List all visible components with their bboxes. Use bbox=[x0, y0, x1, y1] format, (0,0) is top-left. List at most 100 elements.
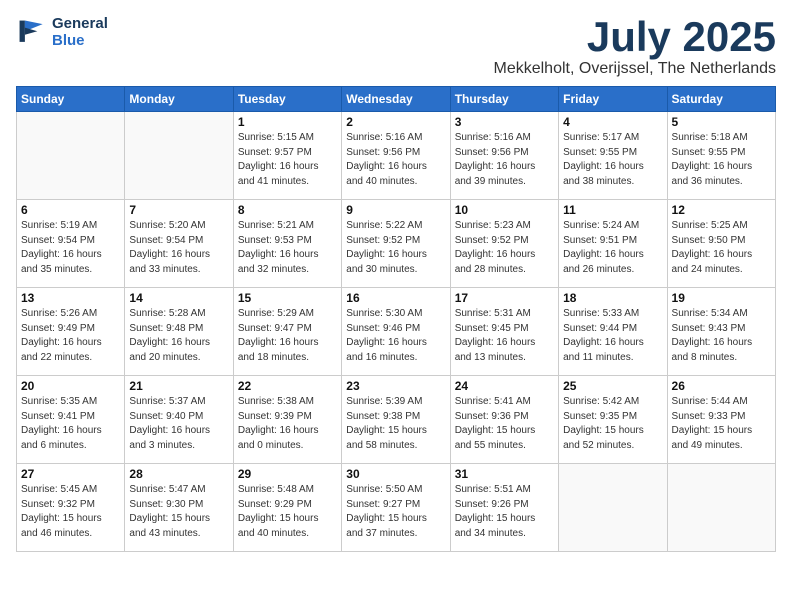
day-info: Sunrise: 5:35 AMSunset: 9:41 PMDaylight:… bbox=[21, 395, 120, 453]
day-number: 3 bbox=[455, 115, 554, 129]
header-day-wednesday: Wednesday bbox=[342, 87, 450, 112]
day-number: 6 bbox=[21, 203, 120, 217]
day-number: 4 bbox=[563, 115, 662, 129]
header-day-saturday: Saturday bbox=[667, 87, 775, 112]
header-day-friday: Friday bbox=[559, 87, 667, 112]
day-number: 1 bbox=[238, 115, 337, 129]
title-block: July 2025 Mekkelholt, Overijssel, The Ne… bbox=[494, 16, 777, 78]
calendar-header: SundayMondayTuesdayWednesdayThursdayFrid… bbox=[17, 87, 776, 112]
calendar-cell: 2 Sunrise: 5:16 AMSunset: 9:56 PMDaylight… bbox=[342, 112, 450, 200]
calendar-cell: 19 Sunrise: 5:34 AMSunset: 9:43 PMDayligh… bbox=[667, 288, 775, 376]
logo-icon bbox=[16, 17, 48, 49]
calendar-cell bbox=[559, 464, 667, 552]
day-info: Sunrise: 5:45 AMSunset: 9:32 PMDaylight:… bbox=[21, 483, 120, 541]
header-row: SundayMondayTuesdayWednesdayThursdayFrid… bbox=[17, 87, 776, 112]
calendar-cell: 22 Sunrise: 5:38 AMSunset: 9:39 PMDayligh… bbox=[233, 376, 341, 464]
day-number: 29 bbox=[238, 467, 337, 481]
day-info: Sunrise: 5:15 AMSunset: 9:57 PMDaylight:… bbox=[238, 131, 337, 189]
day-info: Sunrise: 5:50 AMSunset: 9:27 PMDaylight:… bbox=[346, 483, 445, 541]
calendar-cell: 13Sunrise: 5:26 AMSunset: 9:49 PMDayligh… bbox=[17, 288, 125, 376]
day-number: 10 bbox=[455, 203, 554, 217]
day-info: Sunrise: 5:25 AMSunset: 9:50 PMDaylight:… bbox=[672, 219, 771, 277]
day-number: 28 bbox=[129, 467, 228, 481]
calendar-cell: 26 Sunrise: 5:44 AMSunset: 9:33 PMDayligh… bbox=[667, 376, 775, 464]
week-row-3: 13Sunrise: 5:26 AMSunset: 9:49 PMDayligh… bbox=[17, 288, 776, 376]
day-number: 31 bbox=[455, 467, 554, 481]
calendar-cell: 27 Sunrise: 5:45 AMSunset: 9:32 PMDayligh… bbox=[17, 464, 125, 552]
calendar-cell bbox=[125, 112, 233, 200]
day-number: 11 bbox=[563, 203, 662, 217]
day-number: 14 bbox=[129, 291, 228, 305]
day-info: Sunrise: 5:38 AMSunset: 9:39 PMDaylight:… bbox=[238, 395, 337, 453]
day-info: Sunrise: 5:18 AMSunset: 9:55 PMDaylight:… bbox=[672, 131, 771, 189]
day-number: 5 bbox=[672, 115, 771, 129]
calendar-cell: 30Sunrise: 5:50 AMSunset: 9:27 PMDayligh… bbox=[342, 464, 450, 552]
calendar-cell: 9 Sunrise: 5:22 AMSunset: 9:52 PMDaylight… bbox=[342, 200, 450, 288]
day-number: 2 bbox=[346, 115, 445, 129]
day-info: Sunrise: 5:16 AMSunset: 9:56 PMDaylight:… bbox=[346, 131, 445, 189]
day-number: 16 bbox=[346, 291, 445, 305]
day-info: Sunrise: 5:22 AMSunset: 9:52 PMDaylight:… bbox=[346, 219, 445, 277]
day-number: 24 bbox=[455, 379, 554, 393]
calendar-cell: 11Sunrise: 5:24 AMSunset: 9:51 PMDayligh… bbox=[559, 200, 667, 288]
header-day-thursday: Thursday bbox=[450, 87, 558, 112]
day-number: 26 bbox=[672, 379, 771, 393]
day-info: Sunrise: 5:28 AMSunset: 9:48 PMDaylight:… bbox=[129, 307, 228, 365]
day-info: Sunrise: 5:48 AMSunset: 9:29 PMDaylight:… bbox=[238, 483, 337, 541]
day-number: 8 bbox=[238, 203, 337, 217]
day-info: Sunrise: 5:19 AMSunset: 9:54 PMDaylight:… bbox=[21, 219, 120, 277]
calendar-cell bbox=[667, 464, 775, 552]
calendar-cell: 18 Sunrise: 5:33 AMSunset: 9:44 PMDayligh… bbox=[559, 288, 667, 376]
day-number: 18 bbox=[563, 291, 662, 305]
day-info: Sunrise: 5:20 AMSunset: 9:54 PMDaylight:… bbox=[129, 219, 228, 277]
calendar-cell: 1 Sunrise: 5:15 AMSunset: 9:57 PMDaylight… bbox=[233, 112, 341, 200]
day-number: 12 bbox=[672, 203, 771, 217]
month-title: July 2025 bbox=[494, 16, 777, 58]
day-number: 22 bbox=[238, 379, 337, 393]
calendar-cell: 21Sunrise: 5:37 AMSunset: 9:40 PMDayligh… bbox=[125, 376, 233, 464]
calendar-cell: 25 Sunrise: 5:42 AMSunset: 9:35 PMDayligh… bbox=[559, 376, 667, 464]
day-number: 17 bbox=[455, 291, 554, 305]
calendar-cell: 8Sunrise: 5:21 AMSunset: 9:53 PMDaylight… bbox=[233, 200, 341, 288]
calendar-table: SundayMondayTuesdayWednesdayThursdayFrid… bbox=[16, 86, 776, 552]
calendar-cell: 20 Sunrise: 5:35 AMSunset: 9:41 PMDayligh… bbox=[17, 376, 125, 464]
day-info: Sunrise: 5:33 AMSunset: 9:44 PMDaylight:… bbox=[563, 307, 662, 365]
calendar-cell: 5 Sunrise: 5:18 AMSunset: 9:55 PMDaylight… bbox=[667, 112, 775, 200]
logo: General Blue bbox=[16, 16, 108, 49]
calendar-cell: 14 Sunrise: 5:28 AMSunset: 9:48 PMDayligh… bbox=[125, 288, 233, 376]
calendar-cell: 6 Sunrise: 5:19 AMSunset: 9:54 PMDaylight… bbox=[17, 200, 125, 288]
calendar-cell: 3 Sunrise: 5:16 AMSunset: 9:56 PMDaylight… bbox=[450, 112, 558, 200]
day-number: 20 bbox=[21, 379, 120, 393]
calendar-cell: 29 Sunrise: 5:48 AMSunset: 9:29 PMDayligh… bbox=[233, 464, 341, 552]
day-info: Sunrise: 5:26 AMSunset: 9:49 PMDaylight:… bbox=[21, 307, 120, 365]
week-row-2: 6 Sunrise: 5:19 AMSunset: 9:54 PMDaylight… bbox=[17, 200, 776, 288]
week-row-1: 1 Sunrise: 5:15 AMSunset: 9:57 PMDaylight… bbox=[17, 112, 776, 200]
day-info: Sunrise: 5:39 AMSunset: 9:38 PMDaylight:… bbox=[346, 395, 445, 453]
day-number: 19 bbox=[672, 291, 771, 305]
week-row-5: 27 Sunrise: 5:45 AMSunset: 9:32 PMDayligh… bbox=[17, 464, 776, 552]
day-info: Sunrise: 5:34 AMSunset: 9:43 PMDaylight:… bbox=[672, 307, 771, 365]
calendar-cell: 4Sunrise: 5:17 AMSunset: 9:55 PMDaylight… bbox=[559, 112, 667, 200]
day-number: 7 bbox=[129, 203, 228, 217]
header-day-sunday: Sunday bbox=[17, 87, 125, 112]
day-info: Sunrise: 5:29 AMSunset: 9:47 PMDaylight:… bbox=[238, 307, 337, 365]
logo-text: General Blue bbox=[52, 16, 108, 49]
day-number: 25 bbox=[563, 379, 662, 393]
day-number: 23 bbox=[346, 379, 445, 393]
calendar-cell: 23 Sunrise: 5:39 AMSunset: 9:38 PMDayligh… bbox=[342, 376, 450, 464]
day-info: Sunrise: 5:37 AMSunset: 9:40 PMDaylight:… bbox=[129, 395, 228, 453]
header-day-monday: Monday bbox=[125, 87, 233, 112]
header-day-tuesday: Tuesday bbox=[233, 87, 341, 112]
day-info: Sunrise: 5:42 AMSunset: 9:35 PMDaylight:… bbox=[563, 395, 662, 453]
calendar-cell: 17Sunrise: 5:31 AMSunset: 9:45 PMDayligh… bbox=[450, 288, 558, 376]
calendar-cell: 31 Sunrise: 5:51 AMSunset: 9:26 PMDayligh… bbox=[450, 464, 558, 552]
calendar-cell: 28Sunrise: 5:47 AMSunset: 9:30 PMDayligh… bbox=[125, 464, 233, 552]
day-info: Sunrise: 5:30 AMSunset: 9:46 PMDaylight:… bbox=[346, 307, 445, 365]
day-number: 27 bbox=[21, 467, 120, 481]
day-info: Sunrise: 5:16 AMSunset: 9:56 PMDaylight:… bbox=[455, 131, 554, 189]
page-header: General Blue July 2025 Mekkelholt, Overi… bbox=[16, 16, 776, 78]
day-number: 9 bbox=[346, 203, 445, 217]
calendar-cell: 7 Sunrise: 5:20 AMSunset: 9:54 PMDaylight… bbox=[125, 200, 233, 288]
day-info: Sunrise: 5:44 AMSunset: 9:33 PMDaylight:… bbox=[672, 395, 771, 453]
day-info: Sunrise: 5:51 AMSunset: 9:26 PMDaylight:… bbox=[455, 483, 554, 541]
